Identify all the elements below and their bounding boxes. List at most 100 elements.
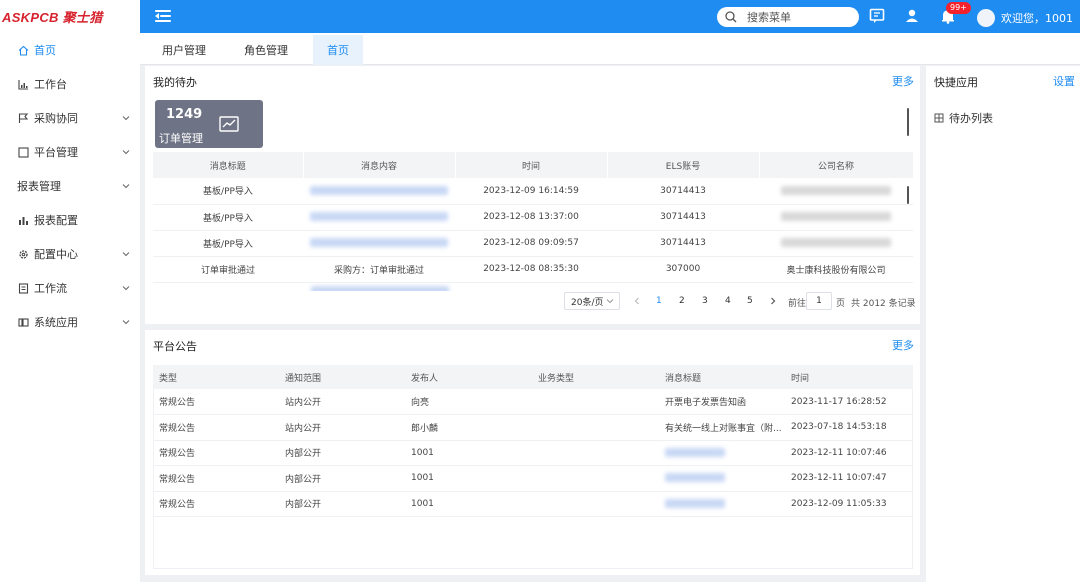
cell-account: 30714413 <box>607 230 759 257</box>
cell-subject-link[interactable]: 有关统一线上对账事宜（附... <box>659 414 785 441</box>
tab-label: 角色管理 <box>244 44 288 57</box>
home-icon <box>17 44 29 56</box>
sidebar-item-home[interactable]: 首页 <box>0 33 140 67</box>
table-row[interactable]: 常规公告 内部公开 1001 2023-12-09 11:05:33 <box>153 491 913 517</box>
sidebar-item-reports[interactable]: 报表管理 <box>0 169 140 203</box>
chevron-down-icon <box>606 299 614 304</box>
sidebar-item-report-config[interactable]: 报表配置 <box>0 203 140 237</box>
cell-subject-link[interactable]: 开票电子发票告知函 <box>659 389 785 415</box>
cell-scope: 站内公开 <box>279 414 405 441</box>
goto-label: 前往 <box>788 299 807 309</box>
chevron-down-icon <box>122 184 130 189</box>
order-management-card[interactable]: 1249 订单管理 <box>155 100 263 148</box>
todo-more-link[interactable]: 更多 <box>892 73 914 89</box>
sidebar-item-system-apps[interactable]: 系统应用 <box>0 305 140 339</box>
column-header: 消息标题 <box>153 152 304 178</box>
cell-content-link[interactable]: 采购方：订单审批通过 <box>303 256 455 283</box>
sidebar-item-workbench[interactable]: 工作台 <box>0 67 140 101</box>
cell-biz-type <box>532 389 659 415</box>
cell-content-blurred[interactable] <box>303 178 455 205</box>
sidebar-item-label: 工作台 <box>34 78 67 91</box>
page-5[interactable]: 5 <box>747 296 753 306</box>
chevron-down-icon <box>122 150 130 155</box>
sidebar-item-config-center[interactable]: 配置中心 <box>0 237 140 271</box>
table-row[interactable]: 基板/PP导入 2023-12-08 13:37:00 30714413 <box>153 204 913 231</box>
tab-user-management[interactable]: 用户管理 <box>152 35 216 65</box>
cell-title: 订单审批通过 <box>153 256 303 283</box>
user-switch-icon[interactable] <box>904 8 920 24</box>
cell-biz-type <box>532 414 659 441</box>
order-count: 1249 <box>166 107 203 122</box>
quick-apps-panel: 快捷应用 设置 待办列表 <box>926 66 1080 582</box>
table-row[interactable]: 常规公告 站内公开 向亮 开票电子发票告知函 2023-11-17 16:28:… <box>153 389 913 415</box>
notices-more-link[interactable]: 更多 <box>892 337 914 353</box>
cell-time: 2023-12-08 09:09:57 <box>455 230 607 257</box>
cell-company: 奥士康科技股份有限公司 <box>759 256 913 283</box>
sidebar: 首页 工作台 采购协同 平台管理 报表管理 报表配置 配置中心 工作流 系统应用 <box>0 33 140 582</box>
sidebar-item-procurement[interactable]: 采购协同 <box>0 101 140 135</box>
column-chart-icon <box>17 214 29 226</box>
menu-toggle-icon[interactable] <box>155 9 171 23</box>
avatar[interactable] <box>977 9 995 27</box>
cell-account: 30714413 <box>607 204 759 231</box>
sidebar-item-platform[interactable]: 平台管理 <box>0 135 140 169</box>
table-row[interactable]: 常规公告 站内公开 郎小麟 有关统一线上对账事宜（附... 2023-07-18… <box>153 414 913 441</box>
prev-page-icon[interactable] <box>633 297 641 305</box>
user-greeting[interactable]: 欢迎您，1001 <box>1001 10 1073 26</box>
page-size-select[interactable]: 20条/页 <box>564 292 620 310</box>
page-4[interactable]: 4 <box>725 296 731 306</box>
cell-subject-blurred[interactable] <box>659 440 785 466</box>
cell-content-blurred[interactable] <box>303 230 455 257</box>
cell-biz-type <box>532 491 659 517</box>
gear-icon <box>17 248 29 260</box>
cell-biz-type <box>532 440 659 466</box>
search-input[interactable] <box>747 10 847 24</box>
column-header: 公司名称 <box>759 152 914 178</box>
message-icon[interactable] <box>869 8 885 24</box>
partial-row-blur <box>305 283 455 291</box>
table-row[interactable]: 基板/PP导入 2023-12-08 09:09:57 30714413 <box>153 230 913 257</box>
tab-label: 用户管理 <box>162 44 206 57</box>
notification-badge: 99+ <box>946 2 971 14</box>
cell-content-blurred[interactable] <box>303 204 455 231</box>
cell-title: 基板/PP导入 <box>153 204 303 231</box>
table-row[interactable]: 常规公告 内部公开 1001 2023-12-11 10:07:46 <box>153 440 913 466</box>
cell-account: 30714413 <box>607 178 759 205</box>
goto-page-input[interactable] <box>806 292 832 310</box>
cell-time: 2023-11-17 16:28:52 <box>785 389 913 415</box>
page-1[interactable]: 1 <box>656 296 662 306</box>
sidebar-item-label: 工作流 <box>34 282 67 295</box>
table-header-row: 类型 通知范围 发布人 业务类型 消息标题 时间 <box>153 365 913 389</box>
tab-bar: 用户管理 角色管理 首页 <box>140 33 1080 65</box>
cell-subject-blurred[interactable] <box>659 465 785 492</box>
next-page-icon[interactable] <box>769 297 777 305</box>
tab-role-management[interactable]: 角色管理 <box>234 35 298 65</box>
quick-apps-title: 快捷应用 <box>934 76 978 89</box>
cell-scope: 内部公开 <box>279 491 405 517</box>
cell-time: 2023-12-09 16:14:59 <box>455 178 607 205</box>
logo[interactable]: ASKPCB 聚士猎 <box>0 0 140 33</box>
search-box[interactable] <box>717 7 859 27</box>
notices-table: 类型 通知范围 发布人 业务类型 消息标题 时间 常规公告 站内公开 向亮 开票… <box>153 365 913 517</box>
column-header: 业务类型 <box>532 365 659 389</box>
table-row[interactable]: 订单审批通过 采购方：订单审批通过 2023-12-08 08:35:30 30… <box>153 256 913 283</box>
quick-apps-settings-link[interactable]: 设置 <box>1053 73 1075 89</box>
page-3[interactable]: 3 <box>702 296 708 306</box>
chevron-down-icon <box>122 252 130 257</box>
page-2[interactable]: 2 <box>679 296 685 306</box>
table-row[interactable]: 基板/PP导入 2023-12-09 16:14:59 30714413 <box>153 178 913 205</box>
flag-icon <box>17 112 29 124</box>
notices-title: 平台公告 <box>153 340 197 353</box>
todo-title: 我的待办 <box>153 76 197 89</box>
sidebar-item-label: 配置中心 <box>34 248 78 261</box>
tab-home[interactable]: 首页 <box>313 35 363 65</box>
column-header: 发布人 <box>405 365 532 389</box>
card-scrollbar[interactable] <box>907 108 909 136</box>
cell-company-blurred <box>759 230 913 257</box>
cell-subject-blurred[interactable] <box>659 491 785 517</box>
cell-time: 2023-12-08 13:37:00 <box>455 204 607 231</box>
sidebar-item-workflow[interactable]: 工作流 <box>0 271 140 305</box>
quick-app-item[interactable]: 待办列表 <box>934 110 993 126</box>
table-row[interactable]: 常规公告 内部公开 1001 2023-12-11 10:07:47 <box>153 465 913 492</box>
table-scrollbar[interactable] <box>907 186 909 204</box>
